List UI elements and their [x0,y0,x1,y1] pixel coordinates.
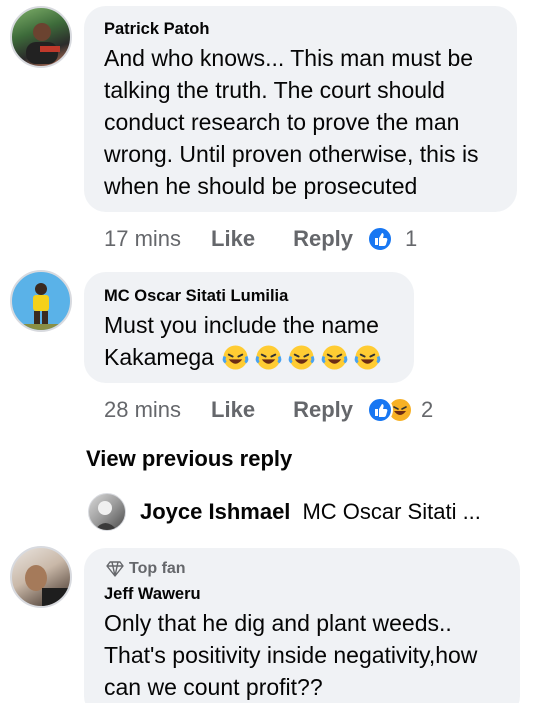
comment-time[interactable]: 17 mins [104,226,181,252]
laughing-emoji-row [222,344,381,371]
comment-author[interactable]: Patrick Patoh [104,20,209,39]
like-icon [367,397,393,423]
avatar-mc-oscar[interactable] [10,270,72,332]
reply-preview[interactable]: Joyce Ishmael MC Oscar Sitati ... [140,499,481,525]
comment-author[interactable]: Jeff Waweru [104,585,201,604]
avatar-patrick-patoh[interactable] [10,6,72,68]
like-button[interactable]: Like [211,226,255,252]
laughing-tears-emoji-icon [222,344,249,370]
avatar-joyce-ishmael[interactable] [88,493,126,531]
comment-text-line: And who knows... This man must be [104,45,474,71]
comment-text-line-text: Kakamega [104,344,214,370]
avatar-jeff-waweru[interactable] [10,546,72,608]
comment-text-line: wrong. Until proven otherwise, this is [104,141,479,167]
comment-text-line: Kakamega [104,341,381,373]
reply-preview-name[interactable]: Joyce Ishmael [140,499,290,525]
comment-text-line: can we count profit?? [104,674,323,700]
top-fan-label: Top fan [129,560,186,577]
comment-text-line: Only that he dig and plant weeds.. [104,610,452,636]
laughing-tears-emoji-icon [255,344,282,370]
comment-text-line: talking the truth. The court should [104,77,445,103]
laughing-tears-emoji-icon [354,344,381,370]
like-icon [367,226,393,252]
reaction-count: 1 [405,226,418,251]
reaction-count: 2 [421,397,434,422]
comment-author[interactable]: MC Oscar Sitati Lumilia [104,287,288,306]
laughing-tears-emoji-icon [288,344,315,370]
comment-text: Must you include the name Kakamega [104,309,381,373]
comment-text-line: That's positivity inside negativity,how [104,642,478,668]
comment-text: Only that he dig and plant weeds.. That'… [104,607,477,703]
top-fan-badge: Top fan [106,560,186,578]
comment-actions: 28 mins Like Reply 2 [104,396,433,424]
diamond-icon [106,561,124,577]
reactions-summary[interactable]: 1 [367,226,417,252]
reply-preview-text: MC Oscar Sitati ... [302,499,481,524]
comment-time[interactable]: 28 mins [104,397,181,423]
reactions-summary[interactable]: 2 [367,397,433,423]
laughing-tears-emoji-icon [321,344,348,370]
reply-button[interactable]: Reply [293,397,353,423]
reply-button[interactable]: Reply [293,226,353,252]
view-previous-reply-link[interactable]: View previous reply [86,446,292,472]
comment-text: And who knows... This man must be talkin… [104,42,479,202]
comment-actions: 17 mins Like Reply 1 [104,225,417,253]
comment-text-line: when he should be prosecuted [104,173,418,199]
comment-text-line: conduct research to prove the man [104,109,460,135]
comment-text-line: Must you include the name [104,312,379,338]
like-button[interactable]: Like [211,397,255,423]
